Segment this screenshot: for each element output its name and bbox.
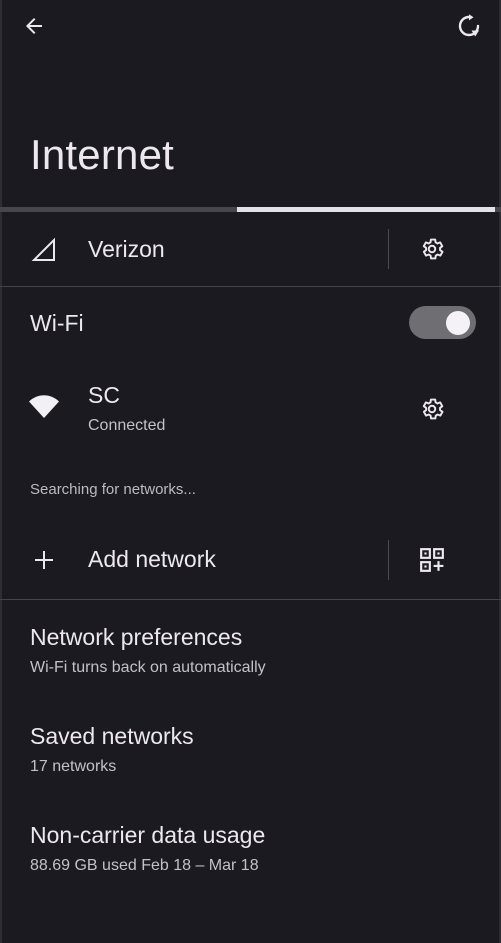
- page-title: Internet: [30, 131, 175, 178]
- back-button[interactable]: [14, 6, 54, 46]
- qr-code-scanner-icon: [420, 548, 444, 572]
- network-reset-icon: [458, 14, 480, 37]
- pref-subtitle: Wi-Fi turns back on automatically: [30, 659, 266, 676]
- wifi-switch-knob: [446, 311, 470, 335]
- pref-subtitle: 17 networks: [30, 758, 117, 775]
- pref-title: Network preferences: [30, 624, 243, 650]
- carrier-divider: [388, 229, 389, 269]
- arrow-back-icon: [26, 18, 42, 34]
- saved-networks-item[interactable]: Saved networks 17 networks: [0, 703, 501, 789]
- progress-bar: [0, 207, 501, 212]
- wifi-label: Wi-Fi: [30, 310, 84, 336]
- add-network-label: Add network: [88, 546, 216, 572]
- pref-subtitle: 88.69 GB used Feb 18 – Mar 18: [30, 857, 259, 874]
- add-network-divider: [388, 540, 389, 580]
- network-status: Connected: [88, 417, 166, 434]
- wifi-toggle-row[interactable]: Wi-Fi: [0, 290, 501, 354]
- wifi-switch[interactable]: [409, 306, 476, 339]
- mobile-network-settings-button[interactable]: [410, 227, 454, 271]
- section-divider: [0, 599, 501, 600]
- network-preferences-item[interactable]: Network preferences Wi-Fi turns back on …: [0, 604, 501, 690]
- plus-icon: [35, 551, 53, 569]
- section-divider: [0, 286, 501, 287]
- searching-status: Searching for networks...: [30, 481, 196, 498]
- wifi-icon: [29, 395, 59, 418]
- network-name: SC: [88, 382, 120, 408]
- pref-title: Saved networks: [30, 723, 194, 749]
- gear-icon: [422, 398, 444, 420]
- pref-title: Non-carrier data usage: [30, 822, 266, 848]
- network-reset-button[interactable]: [449, 6, 489, 46]
- qr-scan-button[interactable]: [410, 538, 454, 582]
- gear-icon: [422, 238, 444, 260]
- internet-settings-screen: Internet Verizon Wi-Fi SC Connected Sear…: [0, 0, 501, 943]
- progress-indicator: [237, 207, 495, 212]
- cellular-signal-icon: [31, 237, 55, 261]
- carrier-name: Verizon: [88, 236, 165, 262]
- network-settings-button[interactable]: [410, 387, 454, 431]
- data-usage-item[interactable]: Non-carrier data usage 88.69 GB used Feb…: [0, 802, 501, 888]
